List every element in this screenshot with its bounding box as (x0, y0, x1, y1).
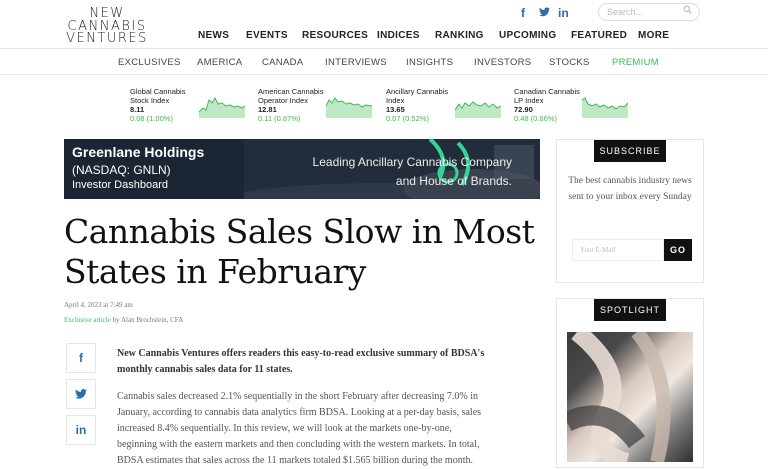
search-icon[interactable] (683, 5, 692, 14)
subnav-investors[interactable]: INVESTORS (474, 57, 531, 68)
nav-indices[interactable]: INDICES (377, 30, 420, 41)
banner-ticker: (NASDAQ: GNLN) (72, 163, 171, 177)
index-name: Canadian Cannabis (514, 87, 580, 96)
article-date: April 4, 2023 at 7:49 am (64, 301, 133, 309)
index-change: 0.07 (0.52%) (386, 114, 429, 123)
share-twitter-button[interactable] (66, 379, 96, 409)
banner-company: Greenlane Holdings (72, 144, 205, 160)
index-value: 8.11 (130, 105, 145, 114)
index-american-cannabis-operator[interactable]: American Cannabis Operator Index 12.81 0… (258, 87, 323, 123)
index-name: Ancillary Cannabis (386, 87, 449, 96)
share-linkedin-button[interactable]: in (66, 415, 96, 445)
nav-upcoming[interactable]: UPCOMING (499, 30, 556, 41)
subnav-america[interactable]: AMERICA (197, 57, 242, 68)
article-body: Cannabis sales decreased 2.1% sequential… (117, 391, 482, 466)
greenlane-banner-ad[interactable]: Greenlane Holdings (NASDAQ: GNLN) Invest… (64, 139, 540, 199)
subnav-stocks[interactable]: STOCKS (549, 57, 590, 68)
exclusive-article-link[interactable]: Exclusive article (64, 316, 111, 324)
index-ancillary-cannabis[interactable]: Ancillary Cannabis Index 13.65 0.07 (0.5… (386, 87, 448, 123)
author-byline[interactable]: by Alan Brochstein, CFA (111, 316, 184, 324)
nav-news[interactable]: NEWS (198, 30, 229, 41)
nav-divider (0, 48, 768, 49)
index-name: Stock Index (130, 96, 170, 105)
subnav-insights[interactable]: INSIGHTS (406, 57, 453, 68)
search-input[interactable]: Search... (598, 3, 700, 21)
subnav-exclusives[interactable]: EXCLUSIVES (118, 57, 181, 68)
index-name: Index (386, 96, 405, 105)
index-sparkline (199, 96, 245, 118)
index-change: 0.48 (0.66%) (514, 114, 557, 123)
linkedin-icon[interactable]: in (558, 6, 569, 20)
site-logo[interactable]: NEW CANNABIS VENTURES (64, 7, 150, 46)
banner-dashboard-label: Investor Dashboard (72, 179, 168, 191)
logo-line-3: VENTURES (66, 31, 148, 46)
search-placeholder: Search... (607, 7, 644, 17)
twitter-icon[interactable] (539, 6, 550, 20)
article-byline: Exclusive article by Alan Brochstein, CF… (64, 316, 183, 324)
subnav-canada[interactable]: CANADA (262, 57, 303, 68)
banner-tagline-line-2: and House of Brands. (395, 174, 512, 188)
subscribe-heading: SUBSCRIBE (594, 140, 666, 162)
index-value: 72.90 (514, 105, 533, 114)
index-change: 0.08 (1.00%) (130, 114, 173, 123)
nav-ranking[interactable]: RANKING (435, 30, 484, 41)
spotlight-heading: SPOTLIGHT (594, 299, 666, 321)
index-sparkline (455, 101, 501, 118)
index-value: 12.81 (258, 105, 277, 114)
share-facebook-button[interactable]: f (66, 343, 96, 373)
go-button[interactable]: GO (664, 239, 692, 261)
subnav-premium[interactable]: PREMIUM (612, 57, 659, 68)
index-global-cannabis[interactable]: Global Cannabis Stock Index 8.11 0.08 (1… (130, 87, 185, 123)
subscribe-description: The best cannabis industry news sent to … (568, 176, 692, 202)
facebook-icon: f (79, 351, 83, 365)
article-lead: New Cannabis Ventures offers readers thi… (117, 348, 485, 375)
spotlight-image[interactable] (567, 332, 693, 462)
article-title-line-1: Cannabis Sales Slow in Most (64, 212, 535, 251)
index-sparkline (582, 97, 628, 118)
banner-tagline-line-1: Leading Ancillary Cannabis Company (312, 155, 512, 169)
nav-featured[interactable]: FEATURED (571, 30, 627, 41)
article-title-line-2: States in February (64, 252, 366, 291)
index-name: Operator Index (258, 96, 309, 105)
index-name: American Cannabis (258, 87, 324, 96)
banner-tagline: Leading Ancillary Cannabis Company and H… (242, 153, 512, 191)
subnav-interviews[interactable]: INTERVIEWS (325, 57, 387, 68)
index-name: LP Index (514, 96, 544, 105)
twitter-icon (75, 389, 87, 399)
nav-events[interactable]: EVENTS (246, 30, 288, 41)
article-title: Cannabis Sales Slow in Most States in Fe… (64, 212, 540, 292)
nav-more[interactable]: MORE (638, 30, 669, 41)
linkedin-icon: in (75, 423, 87, 437)
spotlight-image-art (567, 332, 671, 462)
index-sparkline (326, 97, 372, 118)
index-value: 13.65 (386, 105, 405, 114)
subnav-divider (0, 74, 768, 75)
email-field[interactable]: Your E-Mail (572, 239, 664, 261)
index-change: 0.11 (0.87%) (258, 114, 301, 123)
index-name: Global Cannabis (130, 87, 186, 96)
nav-resources[interactable]: RESOURCES (302, 30, 368, 41)
index-canadian-cannabis-lp[interactable]: Canadian Cannabis LP Index 72.90 0.48 (0… (514, 87, 580, 123)
facebook-icon[interactable]: f (521, 6, 525, 20)
